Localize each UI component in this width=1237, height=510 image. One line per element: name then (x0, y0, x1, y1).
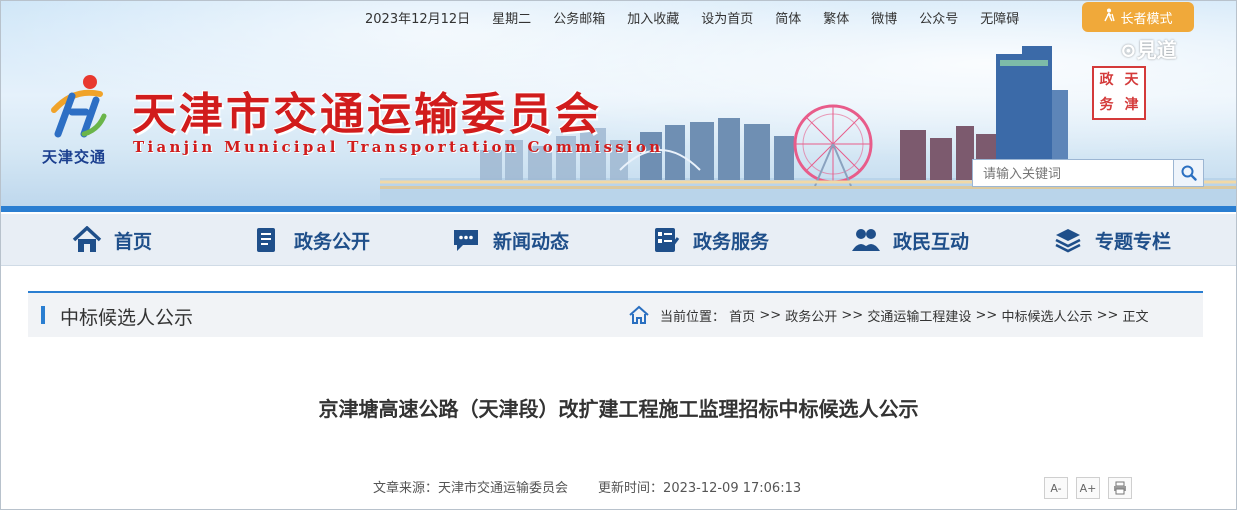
breadcrumb-separator: >> (759, 307, 782, 323)
nav-item-open-government[interactable]: 政务公开 (252, 214, 370, 266)
link-accessibility[interactable]: 无障碍 (980, 8, 1019, 27)
breadcrumb-open-government[interactable]: 政务公开 (785, 306, 837, 325)
top-links-bar: 2023年12月12日 星期二 公务邮箱 加入收藏 设为首页 简体 繁体 微博 … (365, 7, 1041, 27)
breadcrumb-separator: >> (1096, 307, 1119, 323)
link-wechat-account[interactable]: 公众号 (919, 8, 958, 27)
breadcrumb-separator: >> (975, 307, 998, 323)
breadcrumb: 当前位置： 首页 >> 政务公开 >> 交通运输工程建设 >> 中标候选人公示 … (628, 293, 1149, 337)
print-icon (1114, 481, 1126, 495)
font-increase-button[interactable]: A+ (1076, 477, 1100, 499)
breadcrumb-separator: >> (841, 307, 864, 323)
government-seal-logo[interactable]: 政 天 务 津 (1092, 66, 1146, 120)
article-meta: 文章来源：天津市交通运输委员会 更新时间：2023-12-09 17:06:13 (373, 477, 801, 496)
seal-char: 务 (1099, 97, 1114, 113)
site-logo[interactable] (48, 72, 108, 142)
nav-label: 新闻动态 (493, 230, 570, 253)
link-mail[interactable]: 公务邮箱 (553, 8, 605, 27)
article-updated: 更新时间：2023-12-09 17:06:13 (598, 477, 801, 496)
seal-char: 政 (1099, 72, 1114, 88)
search-button[interactable] (1173, 160, 1203, 186)
section-accent-mark (41, 306, 45, 324)
link-add-favorite[interactable]: 加入收藏 (627, 8, 679, 27)
seal-char: 天 (1124, 72, 1139, 88)
nav-item-topics[interactable]: 专题专栏 (1053, 214, 1171, 266)
chat-icon (451, 225, 481, 255)
home-icon (72, 225, 102, 255)
print-button[interactable] (1108, 477, 1132, 499)
site-title: 天津市交通运输委员会 (132, 89, 602, 140)
nav-item-services[interactable]: 政务服务 (651, 214, 769, 266)
service-icon (651, 225, 681, 255)
nav-item-news[interactable]: 新闻动态 (451, 214, 569, 266)
article-source: 文章来源：天津市交通运输委员会 (373, 477, 568, 496)
nav-item-home[interactable]: 首页 (72, 214, 152, 266)
elder-icon (1103, 8, 1116, 26)
search-box (972, 159, 1204, 187)
font-decrease-button[interactable]: A- (1044, 477, 1068, 499)
nav-label: 政务服务 (693, 230, 770, 253)
main-nav: 首页 政务公开 新闻动态 政务服务 政民互动 专题专栏 (0, 214, 1237, 266)
seal-char: 津 (1124, 97, 1139, 113)
current-weekday: 星期二 (492, 11, 532, 27)
nav-item-interaction[interactable]: 政民互动 (851, 214, 969, 266)
layers-icon (1053, 225, 1083, 255)
watermark-text: ⊙見道 (1120, 38, 1177, 62)
current-date: 2023年12月12日 (365, 11, 471, 27)
breadcrumb-label: 当前位置： (660, 309, 726, 325)
nav-label: 首页 (114, 230, 153, 253)
section-title: 中标候选人公示 (60, 307, 194, 329)
updated-value: 2023-12-09 17:06:13 (663, 481, 802, 496)
breadcrumb-construction[interactable]: 交通运输工程建设 (867, 306, 971, 325)
site-subtitle: Tianjin Municipal Transportation Commiss… (133, 138, 664, 156)
search-icon (1181, 165, 1197, 181)
nav-label: 政务公开 (294, 230, 371, 253)
source-label: 文章来源： (373, 481, 439, 496)
article-tools: A- A+ (1044, 477, 1140, 499)
elder-mode-label: 长者模式 (1120, 11, 1173, 27)
section-header-bar: 中标候选人公示 当前位置： 首页 >> 政务公开 >> 交通运输工程建设 >> … (28, 291, 1203, 337)
breadcrumb-current: 正文 (1122, 309, 1149, 325)
link-weibo[interactable]: 微博 (871, 8, 897, 27)
source-value: 天津市交通运输委员会 (438, 481, 569, 496)
link-set-homepage[interactable]: 设为首页 (701, 8, 753, 27)
home-outline-icon (628, 305, 650, 325)
banner-bottom-strip (0, 206, 1237, 212)
link-traditional[interactable]: 繁体 (823, 8, 849, 27)
search-input[interactable] (973, 160, 1173, 186)
breadcrumb-bid-candidates[interactable]: 中标候选人公示 (1001, 306, 1092, 325)
logo-text: 天津交通 (42, 148, 107, 166)
document-icon (252, 225, 282, 255)
article-title: 京津塘高速公路（天津段）改扩建工程施工监理招标中标候选人公示 (318, 397, 919, 421)
ferris-wheel-graphic (793, 104, 873, 187)
link-simplified[interactable]: 简体 (775, 8, 801, 27)
nav-label: 政民互动 (893, 230, 970, 253)
users-icon (851, 225, 881, 255)
nav-label: 专题专栏 (1095, 230, 1172, 253)
breadcrumb-home[interactable]: 首页 (729, 306, 755, 325)
elder-mode-button[interactable]: 长者模式 (1082, 2, 1194, 32)
updated-label: 更新时间： (598, 481, 664, 496)
header-banner: 2023年12月12日 星期二 公务邮箱 加入收藏 设为首页 简体 繁体 微博 … (0, 0, 1237, 212)
